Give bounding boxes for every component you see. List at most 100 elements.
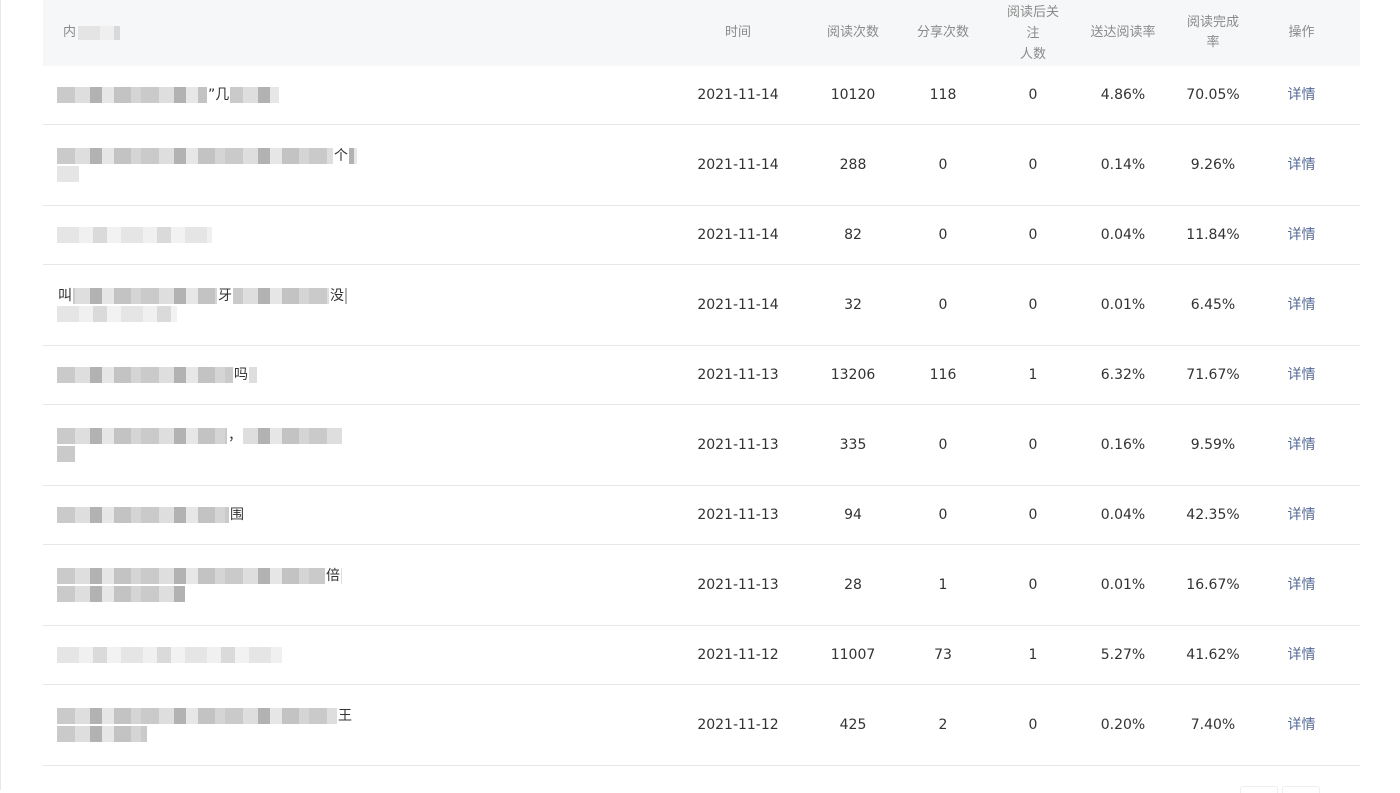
article-title bbox=[43, 645, 653, 665]
delivery-read-rate: 0.20% bbox=[1100, 717, 1146, 733]
follow-count: 0 bbox=[1028, 297, 1038, 313]
share-count: 118 bbox=[929, 87, 957, 103]
share-count: 0 bbox=[938, 507, 948, 523]
share-count: 2 bbox=[938, 717, 948, 733]
table-row: 个 2021-11-14 288 0 0 0.14% 9.26% 详情 bbox=[43, 125, 1360, 206]
publish-date: 2021-11-14 bbox=[697, 157, 779, 173]
details-link[interactable]: 详情 bbox=[1288, 507, 1316, 523]
article-title: 王 bbox=[43, 706, 653, 744]
share-count: 73 bbox=[934, 647, 952, 663]
article-stats-table: 内 时间 阅读次数 分享次数 阅读后关注 人数 送达阅读率 阅读完成率 操作 ”… bbox=[43, 0, 1360, 766]
publish-date: 2021-11-12 bbox=[697, 717, 779, 733]
follow-count: 1 bbox=[1028, 367, 1038, 383]
share-count: 0 bbox=[938, 437, 948, 453]
read-count: 288 bbox=[839, 157, 867, 173]
header-shares: 分享次数 bbox=[916, 25, 969, 40]
share-count: 116 bbox=[929, 367, 957, 383]
completion-rate: 41.62% bbox=[1186, 647, 1240, 663]
details-link[interactable]: 详情 bbox=[1288, 227, 1316, 243]
header-delivery-rate: 送达阅读率 bbox=[1090, 25, 1156, 40]
article-title: ， bbox=[43, 426, 653, 464]
table-row: 围 2021-11-13 94 0 0 0.04% 42.35% 详情 bbox=[43, 486, 1360, 545]
publish-date: 2021-11-13 bbox=[697, 367, 779, 383]
follow-count: 1 bbox=[1028, 647, 1038, 663]
article-title: 吗 bbox=[43, 365, 653, 385]
details-link[interactable]: 详情 bbox=[1288, 87, 1316, 103]
publish-date: 2021-11-13 bbox=[697, 437, 779, 453]
completion-rate: 71.67% bbox=[1186, 367, 1240, 383]
completion-rate: 11.84% bbox=[1186, 227, 1240, 243]
publish-date: 2021-11-14 bbox=[697, 297, 779, 313]
table-row: 2021-11-14 82 0 0 0.04% 11.84% 详情 bbox=[43, 206, 1360, 265]
article-title: 个 bbox=[43, 146, 653, 184]
read-count: 335 bbox=[839, 437, 867, 453]
article-title: 叫 牙 没 bbox=[43, 286, 653, 324]
delivery-read-rate: 4.86% bbox=[1100, 87, 1146, 103]
share-count: 0 bbox=[938, 157, 948, 173]
share-count: 0 bbox=[938, 227, 948, 243]
delivery-read-rate: 5.27% bbox=[1100, 647, 1146, 663]
article-title bbox=[43, 225, 653, 245]
completion-rate: 9.26% bbox=[1190, 157, 1236, 173]
header-time: 时间 bbox=[724, 25, 751, 40]
completion-rate: 42.35% bbox=[1186, 507, 1240, 523]
left-border bbox=[0, 0, 1, 790]
details-link[interactable]: 详情 bbox=[1288, 717, 1316, 733]
delivery-read-rate: 0.14% bbox=[1100, 157, 1146, 173]
details-link[interactable]: 详情 bbox=[1288, 437, 1316, 453]
share-count: 1 bbox=[938, 577, 948, 593]
article-title: ”几 bbox=[43, 85, 653, 105]
publish-date: 2021-11-13 bbox=[697, 507, 779, 523]
follow-count: 0 bbox=[1028, 437, 1038, 453]
completion-rate: 7.40% bbox=[1190, 717, 1236, 733]
details-link[interactable]: 详情 bbox=[1288, 577, 1316, 593]
read-count: 13206 bbox=[830, 367, 876, 383]
details-link[interactable]: 详情 bbox=[1288, 157, 1316, 173]
follow-count: 0 bbox=[1028, 227, 1038, 243]
read-count: 94 bbox=[844, 507, 862, 523]
delivery-read-rate: 0.04% bbox=[1100, 507, 1146, 523]
table-row: 吗 2021-11-13 13206 116 1 6.32% 71.67% 详情 bbox=[43, 346, 1360, 405]
completion-rate: 6.45% bbox=[1190, 297, 1236, 313]
article-title: 围 bbox=[43, 505, 653, 525]
completion-rate: 16.67% bbox=[1186, 577, 1240, 593]
table-row: 叫 牙 没 2021-11-14 32 0 0 0.01% 6.45% 详情 bbox=[43, 265, 1360, 346]
follow-count: 0 bbox=[1028, 87, 1038, 103]
read-count: 32 bbox=[844, 297, 862, 313]
details-link[interactable]: 详情 bbox=[1288, 297, 1316, 313]
publish-date: 2021-11-12 bbox=[697, 647, 779, 663]
table-header: 内 时间 阅读次数 分享次数 阅读后关注 人数 送达阅读率 阅读完成率 操作 bbox=[43, 0, 1360, 66]
table-row: 2021-11-12 11007 73 1 5.27% 41.62% 详情 bbox=[43, 626, 1360, 685]
details-link[interactable]: 详情 bbox=[1288, 367, 1316, 383]
header-content: 内 bbox=[43, 23, 653, 43]
publish-date: 2021-11-14 bbox=[697, 87, 779, 103]
read-count: 11007 bbox=[830, 647, 876, 663]
read-count: 10120 bbox=[830, 87, 876, 103]
share-count: 0 bbox=[938, 297, 948, 313]
table-row: ， 2021-11-13 335 0 0 0.16% 9.59% 详情 bbox=[43, 405, 1360, 486]
table-row: 倍 2021-11-13 28 1 0 0.01% 16.67% 详情 bbox=[43, 545, 1360, 626]
read-count: 82 bbox=[844, 227, 862, 243]
follow-count: 0 bbox=[1028, 157, 1038, 173]
delivery-read-rate: 0.04% bbox=[1100, 227, 1146, 243]
header-completion-rate: 阅读完成率 bbox=[1186, 15, 1239, 50]
delivery-read-rate: 0.01% bbox=[1100, 577, 1146, 593]
follow-count: 0 bbox=[1028, 577, 1038, 593]
completion-rate: 70.05% bbox=[1186, 87, 1240, 103]
read-count: 425 bbox=[839, 717, 867, 733]
completion-rate: 9.59% bbox=[1190, 437, 1236, 453]
follow-count: 0 bbox=[1028, 507, 1038, 523]
delivery-read-rate: 6.32% bbox=[1100, 367, 1146, 383]
delivery-read-rate: 0.16% bbox=[1100, 437, 1146, 453]
details-link[interactable]: 详情 bbox=[1288, 647, 1316, 663]
publish-date: 2021-11-13 bbox=[697, 577, 779, 593]
header-blur bbox=[78, 25, 121, 40]
header-reads: 阅读次数 bbox=[826, 25, 879, 40]
article-title: 倍 bbox=[43, 566, 653, 604]
publish-date: 2021-11-14 bbox=[697, 227, 779, 243]
read-count: 28 bbox=[844, 577, 862, 593]
table-row: 王 2021-11-12 425 2 0 0.20% 7.40% 详情 bbox=[43, 685, 1360, 766]
header-action: 操作 bbox=[1288, 25, 1315, 40]
table-row: ”几 2021-11-14 10120 118 0 4.86% 70.05% 详… bbox=[43, 66, 1360, 125]
follow-count: 0 bbox=[1028, 717, 1038, 733]
